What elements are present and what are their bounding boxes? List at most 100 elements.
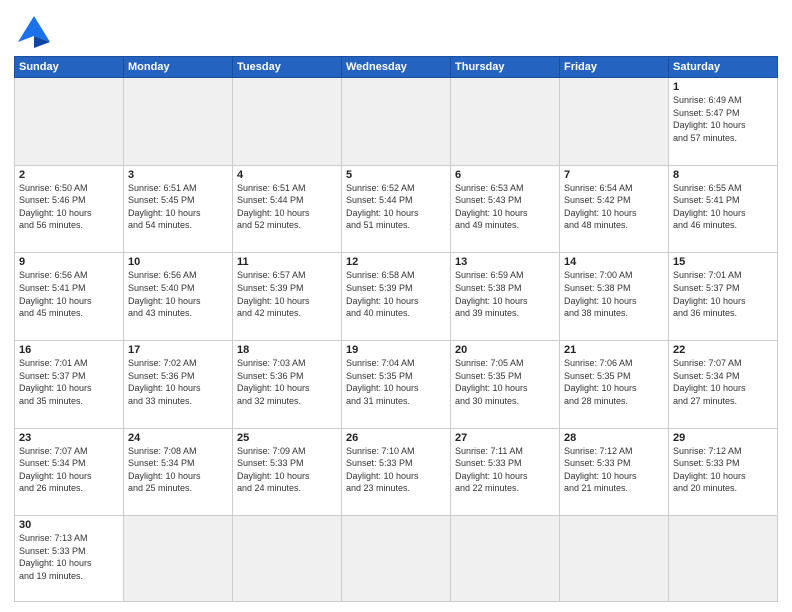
day-number: 7 (564, 169, 664, 181)
day-number: 28 (564, 432, 664, 444)
day-number: 22 (673, 344, 773, 356)
day-number: 2 (19, 169, 119, 181)
day-info: Sunrise: 6:55 AM Sunset: 5:41 PM Dayligh… (673, 182, 773, 232)
day-number: 10 (128, 256, 228, 268)
day-info: Sunrise: 7:12 AM Sunset: 5:33 PM Dayligh… (564, 445, 664, 495)
day-number: 27 (455, 432, 555, 444)
day-number: 20 (455, 344, 555, 356)
calendar-cell: 16Sunrise: 7:01 AM Sunset: 5:37 PM Dayli… (15, 340, 124, 428)
day-number: 25 (237, 432, 337, 444)
day-info: Sunrise: 7:07 AM Sunset: 5:34 PM Dayligh… (19, 445, 119, 495)
calendar-cell: 8Sunrise: 6:55 AM Sunset: 5:41 PM Daylig… (669, 165, 778, 253)
day-info: Sunrise: 7:01 AM Sunset: 5:37 PM Dayligh… (19, 357, 119, 407)
calendar-cell: 29Sunrise: 7:12 AM Sunset: 5:33 PM Dayli… (669, 428, 778, 516)
weekday-header-wednesday: Wednesday (342, 57, 451, 78)
weekday-header-tuesday: Tuesday (233, 57, 342, 78)
day-info: Sunrise: 7:09 AM Sunset: 5:33 PM Dayligh… (237, 445, 337, 495)
calendar-cell: 23Sunrise: 7:07 AM Sunset: 5:34 PM Dayli… (15, 428, 124, 516)
day-info: Sunrise: 6:56 AM Sunset: 5:40 PM Dayligh… (128, 269, 228, 319)
day-info: Sunrise: 7:01 AM Sunset: 5:37 PM Dayligh… (673, 269, 773, 319)
logo (14, 14, 52, 50)
calendar-cell: 7Sunrise: 6:54 AM Sunset: 5:42 PM Daylig… (560, 165, 669, 253)
calendar-table: SundayMondayTuesdayWednesdayThursdayFrid… (14, 56, 778, 602)
day-number: 15 (673, 256, 773, 268)
calendar-cell: 3Sunrise: 6:51 AM Sunset: 5:45 PM Daylig… (124, 165, 233, 253)
calendar-cell: 14Sunrise: 7:00 AM Sunset: 5:38 PM Dayli… (560, 253, 669, 341)
calendar-cell (233, 516, 342, 602)
day-info: Sunrise: 7:02 AM Sunset: 5:36 PM Dayligh… (128, 357, 228, 407)
weekday-header-thursday: Thursday (451, 57, 560, 78)
day-number: 30 (19, 519, 119, 531)
day-number: 16 (19, 344, 119, 356)
day-number: 6 (455, 169, 555, 181)
calendar-cell: 9Sunrise: 6:56 AM Sunset: 5:41 PM Daylig… (15, 253, 124, 341)
weekday-header-row: SundayMondayTuesdayWednesdayThursdayFrid… (15, 57, 778, 78)
calendar-cell: 11Sunrise: 6:57 AM Sunset: 5:39 PM Dayli… (233, 253, 342, 341)
calendar-cell: 18Sunrise: 7:03 AM Sunset: 5:36 PM Dayli… (233, 340, 342, 428)
day-info: Sunrise: 6:49 AM Sunset: 5:47 PM Dayligh… (673, 94, 773, 144)
calendar-cell: 24Sunrise: 7:08 AM Sunset: 5:34 PM Dayli… (124, 428, 233, 516)
weekday-header-friday: Friday (560, 57, 669, 78)
day-number: 19 (346, 344, 446, 356)
day-number: 8 (673, 169, 773, 181)
calendar-cell (451, 78, 560, 166)
day-info: Sunrise: 7:11 AM Sunset: 5:33 PM Dayligh… (455, 445, 555, 495)
calendar-cell (451, 516, 560, 602)
calendar-cell: 30Sunrise: 7:13 AM Sunset: 5:33 PM Dayli… (15, 516, 124, 602)
day-info: Sunrise: 6:54 AM Sunset: 5:42 PM Dayligh… (564, 182, 664, 232)
day-number: 1 (673, 81, 773, 93)
day-info: Sunrise: 7:13 AM Sunset: 5:33 PM Dayligh… (19, 532, 119, 582)
day-info: Sunrise: 7:08 AM Sunset: 5:34 PM Dayligh… (128, 445, 228, 495)
day-info: Sunrise: 6:51 AM Sunset: 5:44 PM Dayligh… (237, 182, 337, 232)
calendar-cell (342, 78, 451, 166)
day-number: 23 (19, 432, 119, 444)
day-number: 17 (128, 344, 228, 356)
logo-icon (16, 14, 52, 50)
day-info: Sunrise: 6:57 AM Sunset: 5:39 PM Dayligh… (237, 269, 337, 319)
calendar-cell: 28Sunrise: 7:12 AM Sunset: 5:33 PM Dayli… (560, 428, 669, 516)
day-info: Sunrise: 7:12 AM Sunset: 5:33 PM Dayligh… (673, 445, 773, 495)
calendar-cell (124, 78, 233, 166)
calendar-cell: 5Sunrise: 6:52 AM Sunset: 5:44 PM Daylig… (342, 165, 451, 253)
day-number: 5 (346, 169, 446, 181)
day-number: 3 (128, 169, 228, 181)
calendar-cell: 1Sunrise: 6:49 AM Sunset: 5:47 PM Daylig… (669, 78, 778, 166)
calendar-cell: 20Sunrise: 7:05 AM Sunset: 5:35 PM Dayli… (451, 340, 560, 428)
calendar-cell (560, 516, 669, 602)
calendar-cell: 21Sunrise: 7:06 AM Sunset: 5:35 PM Dayli… (560, 340, 669, 428)
calendar-cell: 10Sunrise: 6:56 AM Sunset: 5:40 PM Dayli… (124, 253, 233, 341)
calendar-cell: 12Sunrise: 6:58 AM Sunset: 5:39 PM Dayli… (342, 253, 451, 341)
day-info: Sunrise: 6:56 AM Sunset: 5:41 PM Dayligh… (19, 269, 119, 319)
day-number: 26 (346, 432, 446, 444)
calendar-cell: 19Sunrise: 7:04 AM Sunset: 5:35 PM Dayli… (342, 340, 451, 428)
day-number: 21 (564, 344, 664, 356)
calendar-cell (669, 516, 778, 602)
calendar-week-row: 16Sunrise: 7:01 AM Sunset: 5:37 PM Dayli… (15, 340, 778, 428)
weekday-header-saturday: Saturday (669, 57, 778, 78)
day-info: Sunrise: 7:00 AM Sunset: 5:38 PM Dayligh… (564, 269, 664, 319)
day-number: 14 (564, 256, 664, 268)
header (14, 10, 778, 50)
day-info: Sunrise: 6:53 AM Sunset: 5:43 PM Dayligh… (455, 182, 555, 232)
calendar-cell: 13Sunrise: 6:59 AM Sunset: 5:38 PM Dayli… (451, 253, 560, 341)
day-info: Sunrise: 7:07 AM Sunset: 5:34 PM Dayligh… (673, 357, 773, 407)
calendar-cell: 6Sunrise: 6:53 AM Sunset: 5:43 PM Daylig… (451, 165, 560, 253)
page: SundayMondayTuesdayWednesdayThursdayFrid… (0, 0, 792, 612)
day-number: 12 (346, 256, 446, 268)
day-info: Sunrise: 6:51 AM Sunset: 5:45 PM Dayligh… (128, 182, 228, 232)
calendar-week-row: 30Sunrise: 7:13 AM Sunset: 5:33 PM Dayli… (15, 516, 778, 602)
calendar-cell (342, 516, 451, 602)
weekday-header-sunday: Sunday (15, 57, 124, 78)
calendar-cell: 27Sunrise: 7:11 AM Sunset: 5:33 PM Dayli… (451, 428, 560, 516)
day-info: Sunrise: 6:50 AM Sunset: 5:46 PM Dayligh… (19, 182, 119, 232)
calendar-cell (560, 78, 669, 166)
day-number: 13 (455, 256, 555, 268)
day-number: 18 (237, 344, 337, 356)
day-number: 29 (673, 432, 773, 444)
day-info: Sunrise: 7:03 AM Sunset: 5:36 PM Dayligh… (237, 357, 337, 407)
calendar-cell (15, 78, 124, 166)
day-info: Sunrise: 6:52 AM Sunset: 5:44 PM Dayligh… (346, 182, 446, 232)
weekday-header-monday: Monday (124, 57, 233, 78)
day-number: 11 (237, 256, 337, 268)
calendar-cell: 4Sunrise: 6:51 AM Sunset: 5:44 PM Daylig… (233, 165, 342, 253)
